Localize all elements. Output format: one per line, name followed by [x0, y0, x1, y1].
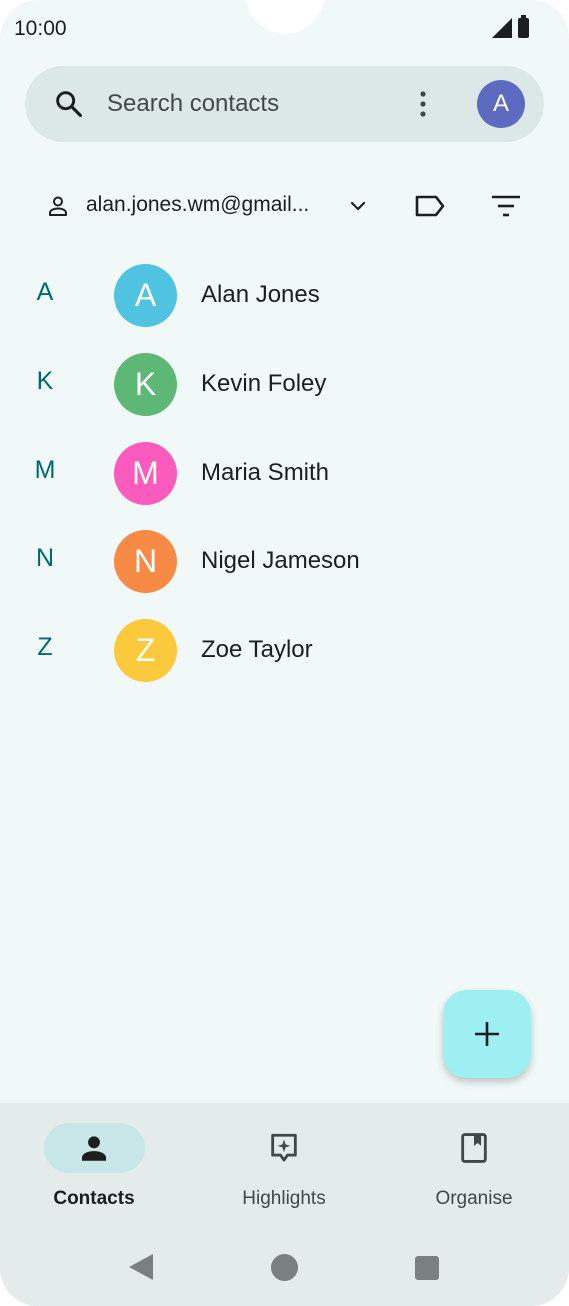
plus-icon — [475, 1022, 499, 1046]
signal-icon — [492, 18, 512, 38]
contact-avatar: N — [114, 530, 177, 593]
nav-item-highlights[interactable]: Highlights — [204, 1121, 364, 1221]
nav-item-organise[interactable]: Organise — [394, 1121, 554, 1221]
phone-screen: 10:00 Search contacts A alan.jones.wm@gm… — [0, 0, 569, 1306]
search-bar[interactable]: Search contacts A — [25, 66, 544, 142]
system-home-button[interactable] — [271, 1254, 298, 1281]
filter-icon[interactable] — [490, 193, 522, 219]
contact-avatar: K — [114, 353, 177, 416]
add-contact-button[interactable] — [443, 990, 531, 1078]
section-letter: K — [36, 367, 54, 395]
more-options-icon[interactable] — [415, 90, 431, 118]
contact-avatar: M — [114, 442, 177, 505]
contact-avatar: A — [114, 264, 177, 327]
nav-item-contacts[interactable]: Contacts — [14, 1121, 174, 1221]
contact-name: Maria Smith — [201, 459, 330, 486]
section-letter: N — [35, 544, 55, 572]
section-letter: M — [34, 456, 56, 484]
person-icon — [49, 196, 67, 216]
nav-label-highlights: Highlights — [242, 1188, 326, 1209]
contact-row[interactable]: M M Maria Smith — [0, 442, 569, 522]
nav-label-organise: Organise — [435, 1188, 513, 1209]
contact-name: Alan Jones — [201, 281, 320, 308]
highlights-icon — [271, 1133, 297, 1162]
contact-name: Nigel Jameson — [201, 547, 360, 574]
section-letter: Z — [37, 633, 53, 661]
status-icons — [492, 15, 529, 38]
contact-name: Zoe Taylor — [201, 636, 313, 663]
contact-row[interactable]: K K Kevin Foley — [0, 353, 569, 433]
system-recents-button[interactable] — [415, 1256, 439, 1280]
account-avatar[interactable]: A — [477, 80, 525, 128]
section-letter: A — [36, 278, 54, 306]
contact-name: Kevin Foley — [201, 370, 327, 397]
contact-row[interactable]: N N Nigel Jameson — [0, 530, 569, 610]
contact-row[interactable]: Z Z Zoe Taylor — [0, 619, 569, 699]
bookmark-icon — [461, 1133, 487, 1163]
contact-avatar: Z — [114, 619, 177, 682]
status-time: 10:00 — [14, 17, 67, 40]
person-icon — [81, 1136, 107, 1161]
account-selector[interactable]: alan.jones.wm@gmail... — [0, 184, 569, 228]
system-back-button[interactable] — [129, 1254, 153, 1280]
battery-icon — [518, 15, 529, 38]
contact-row[interactable]: A A Alan Jones — [0, 264, 569, 344]
nav-label-contacts: Contacts — [53, 1188, 135, 1209]
search-input[interactable]: Search contacts — [107, 90, 279, 118]
camera-notch — [246, 0, 324, 34]
search-icon — [56, 91, 82, 117]
chevron-down-icon[interactable] — [348, 196, 368, 216]
account-email[interactable]: alan.jones.wm@gmail... — [86, 193, 309, 217]
label-icon[interactable] — [414, 193, 446, 219]
